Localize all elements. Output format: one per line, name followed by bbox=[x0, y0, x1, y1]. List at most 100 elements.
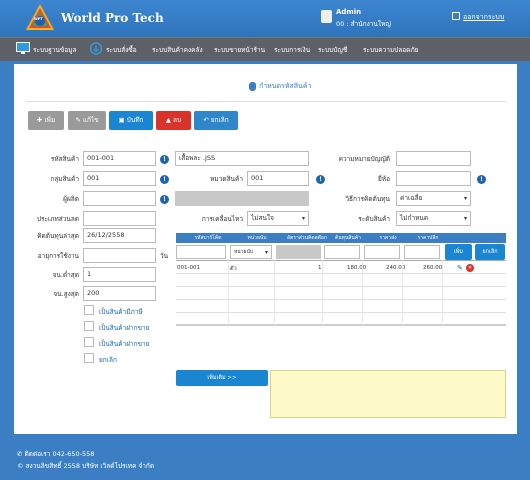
discount-type-input[interactable] bbox=[83, 211, 156, 226]
group-label: กลุ่มสินค้า bbox=[50, 175, 79, 183]
col-ratio: อัตราส่วนคิดสต๊อก bbox=[287, 235, 327, 241]
col-retail: ราคาปลีก bbox=[417, 235, 439, 241]
cost-date-input[interactable]: 26/12/2558 bbox=[83, 228, 156, 243]
delete-button[interactable]: ▲ ลบ bbox=[156, 111, 191, 130]
cancel-button[interactable]: ↶ ยกเลิก bbox=[194, 111, 238, 130]
edit-icon: ✎ bbox=[75, 116, 83, 124]
max-qty-input[interactable]: 200 bbox=[83, 286, 156, 301]
user-icon bbox=[321, 10, 332, 23]
min-qty-label: จน.ต่ำสุด bbox=[52, 271, 79, 279]
shelf-life-unit: วัน bbox=[160, 252, 169, 260]
download-icon bbox=[89, 42, 103, 55]
nav-item-finance[interactable]: ระบบการเงิน bbox=[274, 45, 310, 55]
row-unit: ตัว bbox=[230, 266, 237, 272]
consignment-checkbox[interactable] bbox=[84, 321, 94, 331]
user-branch: 00 : สำนักงานใหญ่ bbox=[336, 20, 391, 28]
taxable-label: เป็นสินค้ามีภาษี bbox=[99, 308, 143, 316]
nav-item-purchase[interactable]: ระบบสั่งซื้อ bbox=[106, 45, 137, 55]
grid-cancel-button[interactable]: ยกเลิก bbox=[475, 244, 505, 260]
main-panel: กำหนดรหัสสินค้า ✚ เพิ่ม ✎ แก้ไข ▣ บันทึก… bbox=[14, 64, 517, 434]
manufacturer-name-display bbox=[175, 191, 309, 206]
product-name-input[interactable]: เสื้อพละ .JSS bbox=[175, 151, 309, 166]
logout-link[interactable]: ออกจากระบบ bbox=[452, 12, 504, 23]
footer-copyright: © สงวนลิขสิทธิ์ 2558 บริษัท เวิลด์โปรเทค… bbox=[17, 462, 155, 470]
save-button[interactable]: ▣ บันทึก bbox=[109, 111, 153, 130]
row-barcode: 001-001 bbox=[177, 265, 200, 271]
add-button[interactable]: ✚ เพิ่ม bbox=[28, 111, 64, 130]
category-input[interactable]: 001 bbox=[247, 171, 309, 186]
discount-type-label: ประเภทส่วนลด bbox=[36, 215, 79, 223]
cancelled-checkbox[interactable] bbox=[84, 353, 94, 363]
grid-header: รหัสบาร์โค้ด หน่วยนับ อัตราส่วนคิดสต๊อก … bbox=[176, 233, 506, 243]
info-icon: ! bbox=[160, 195, 169, 204]
more-notes-button[interactable]: เพิ่มเติม >> bbox=[176, 370, 268, 386]
product-code-label: รหัสสินค้า bbox=[50, 155, 79, 163]
consignment-label: เป็นสินค้าฝากขาย bbox=[99, 324, 150, 332]
cost-method-select[interactable]: ค่าเฉลี่ย bbox=[396, 191, 471, 206]
page-title-text: กำหนดรหัสสินค้า bbox=[259, 82, 312, 90]
grid-col-line bbox=[402, 260, 403, 325]
product-level-select[interactable]: ไม่กำหนด bbox=[396, 211, 471, 226]
row-ratio: 1 bbox=[318, 265, 322, 271]
grid-col-line bbox=[322, 260, 323, 325]
product-level-label: ระดับสินค้า bbox=[358, 215, 390, 223]
brand-label: ยี่ห้อ bbox=[378, 175, 390, 183]
cost-date-label: คิดต้นทุนล่าสุด bbox=[37, 232, 79, 240]
row-cost: 180.00 bbox=[347, 265, 367, 271]
app-title: World Pro Tech bbox=[61, 11, 164, 25]
row-edit-icon[interactable]: ✎ bbox=[457, 264, 463, 272]
group-input[interactable]: 001 bbox=[83, 171, 156, 186]
meaning-input[interactable] bbox=[396, 151, 471, 166]
movement-label: การเคลื่อนไหว bbox=[201, 215, 243, 223]
logout-label: ออกจากระบบ bbox=[463, 13, 505, 21]
user-name: Admin bbox=[336, 8, 362, 16]
grid-col-line bbox=[362, 260, 363, 325]
cost-input[interactable] bbox=[324, 245, 360, 259]
shelf-life-input[interactable] bbox=[83, 248, 156, 263]
ratio-input bbox=[276, 245, 321, 259]
grid-row-line bbox=[176, 312, 506, 313]
manufacturer-label: ผู้ผลิต bbox=[63, 195, 79, 203]
info-icon: ! bbox=[160, 175, 169, 184]
cancelled-label: ยกเลิก bbox=[99, 356, 117, 364]
delete-label: ลบ bbox=[172, 116, 182, 124]
unit-select[interactable]: หน่วยนับ bbox=[230, 245, 272, 259]
grid-row-line bbox=[176, 273, 506, 274]
grid-add-button[interactable]: เพิ่ม bbox=[445, 244, 472, 260]
brand-input[interactable] bbox=[396, 171, 471, 186]
monitor-icon bbox=[16, 42, 30, 54]
min-qty-input[interactable]: 1 bbox=[83, 267, 156, 282]
divider bbox=[26, 101, 506, 102]
consignment-label-2: เป็นสินค้าฝากขาย bbox=[99, 340, 150, 348]
app-header: WPT World Pro Tech Admin 00 : สำนักงานให… bbox=[0, 0, 530, 37]
cost-method-label: วิธีการคิดต้นทุน bbox=[345, 195, 390, 203]
info-icon: ! bbox=[477, 175, 486, 184]
edit-button[interactable]: ✎ แก้ไข bbox=[68, 111, 106, 130]
nav-item-pos[interactable]: ระบบขายหน้าร้าน bbox=[214, 45, 265, 55]
phone-icon: ✆ bbox=[17, 450, 23, 458]
grid-col-line bbox=[228, 260, 229, 325]
col-barcode: รหัสบาร์โค้ด bbox=[194, 235, 222, 241]
footer: ✆ ติดต่อเรา 042-650-558 © สงวนลิขสิทธิ์ 2… bbox=[0, 441, 530, 480]
category-label: หมวดสินค้า bbox=[210, 175, 243, 183]
database-icon bbox=[249, 81, 256, 91]
nav-item-accounting[interactable]: ระบบบัญชี bbox=[318, 45, 347, 55]
row-delete-icon[interactable]: ✕ bbox=[466, 264, 474, 272]
footer-phone-text: ติดต่อเรา 042-650-558 bbox=[24, 450, 95, 458]
notes-textarea[interactable] bbox=[270, 370, 506, 418]
movement-select[interactable]: ไม่สนใจ bbox=[247, 211, 309, 226]
warning-icon: ▲ bbox=[165, 116, 173, 124]
retail-input[interactable] bbox=[404, 245, 440, 259]
nav-item-database[interactable]: ระบบฐานข้อมูล bbox=[33, 45, 77, 55]
product-code-input[interactable]: 001-001 bbox=[83, 151, 156, 166]
undo-icon: ↶ bbox=[203, 116, 211, 124]
manufacturer-input[interactable] bbox=[83, 191, 156, 206]
nav-item-security[interactable]: ระบบความปลอดภัย bbox=[363, 45, 419, 55]
barcode-input[interactable] bbox=[176, 245, 226, 259]
taxable-checkbox[interactable] bbox=[84, 305, 94, 315]
wholesale-input[interactable] bbox=[364, 245, 400, 259]
row-retail: 260.00 bbox=[423, 265, 443, 271]
cancel-label: ยกเลิก bbox=[210, 116, 229, 124]
nav-item-inventory[interactable]: ระบบสินค้าคงคลัง bbox=[152, 45, 203, 55]
consignment-checkbox-2[interactable] bbox=[84, 337, 94, 347]
